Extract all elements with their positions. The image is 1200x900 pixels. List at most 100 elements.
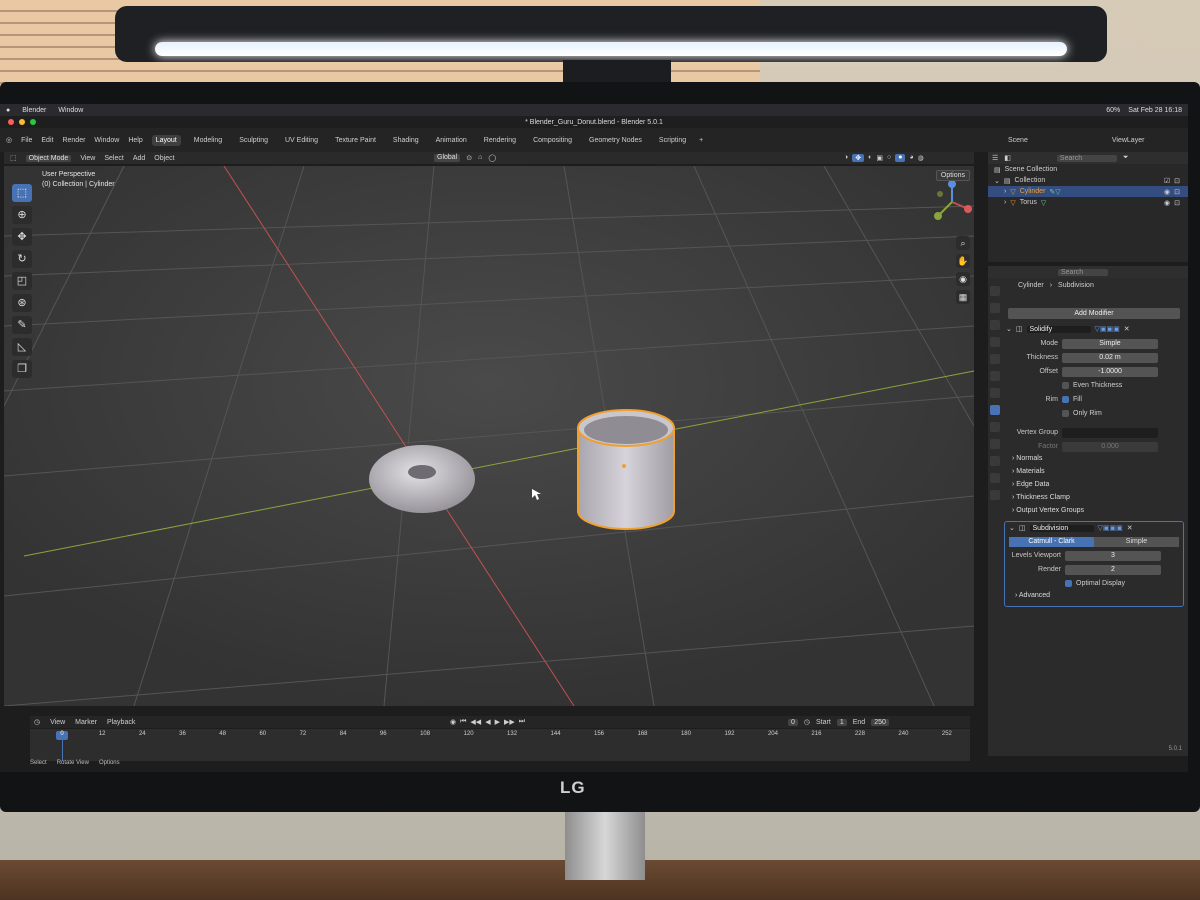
jump-end-icon[interactable]: ⏭ <box>519 718 525 726</box>
object-tab-icon[interactable] <box>990 388 1000 398</box>
collapse-icon[interactable]: ⌄ <box>1009 524 1015 532</box>
add-cube-icon[interactable]: ❒ <box>12 360 32 378</box>
proportional-edit-icon[interactable]: ◯ <box>488 154 496 162</box>
next-key-icon[interactable]: ▶▶ <box>504 718 515 726</box>
start-frame-field[interactable]: 1 <box>836 718 847 726</box>
collapse-icon[interactable]: ⌄ <box>1006 325 1012 333</box>
mode-dropdown[interactable]: Simple <box>1062 338 1158 349</box>
tab-layout[interactable]: Layout <box>151 134 181 146</box>
modifier-wrench-icon[interactable]: ✎▽ <box>1049 188 1060 196</box>
add-workspace-icon[interactable]: + <box>699 137 703 144</box>
subdivision-header[interactable]: ⌄ ◫ Subdivision ▽▣▣▣ ✕ <box>1005 522 1183 534</box>
tab-scripting[interactable]: Scripting <box>655 135 690 146</box>
subpanel-edge-data[interactable]: › Edge Data <box>1002 478 1186 491</box>
tab-texture-paint[interactable]: Texture Paint <box>331 135 380 146</box>
timeline-marker-menu[interactable]: Marker <box>75 719 97 726</box>
move-icon[interactable]: ✥ <box>12 228 32 246</box>
subpanel-thickness-clamp[interactable]: › Thickness Clamp <box>1002 491 1186 504</box>
view-layer-selector[interactable]: ViewLayer <box>1112 137 1145 144</box>
view-menu[interactable]: View <box>80 155 95 162</box>
factor-input[interactable]: 0.000 <box>1062 441 1158 452</box>
catmull-clark-button[interactable]: Catmull - Clark <box>1009 537 1094 547</box>
timeline[interactable]: 0 12 24 36 48 60 72 84 96 108 120 132 14… <box>30 729 970 761</box>
timeline-editor-icon[interactable]: ◷ <box>34 718 40 726</box>
jump-start-icon[interactable]: ⏮ <box>460 718 466 726</box>
simple-button[interactable]: Simple <box>1094 537 1179 547</box>
outliner-item-torus[interactable]: › ▽ Torus ▽ ◉ ⊡ <box>988 197 1188 208</box>
material-tab-icon[interactable] <box>990 490 1000 500</box>
timeline-view-menu[interactable]: View <box>50 719 65 726</box>
xray-icon[interactable]: ▣ <box>876 154 883 162</box>
output-tab-icon[interactable] <box>990 320 1000 330</box>
modifier-tab-icon[interactable] <box>990 405 1000 415</box>
shading-rendered-icon[interactable]: ◍ <box>918 154 924 162</box>
record-icon[interactable]: ◉ <box>450 718 456 726</box>
tab-uv-editing[interactable]: UV Editing <box>281 135 322 146</box>
properties-search[interactable]: Search <box>1058 268 1108 276</box>
render-tab-icon[interactable] <box>990 303 1000 313</box>
tab-compositing[interactable]: Compositing <box>529 135 576 146</box>
eye-icon[interactable]: ◉ <box>1164 188 1170 196</box>
tab-sculpting[interactable]: Sculpting <box>235 135 272 146</box>
scene-tab-icon[interactable] <box>990 354 1000 364</box>
battery-label[interactable]: 60% <box>1106 107 1120 114</box>
end-frame-field[interactable]: 250 <box>871 718 889 726</box>
scene-selector[interactable]: Scene <box>1008 137 1028 144</box>
offset-input[interactable]: -1.0000 <box>1062 366 1158 377</box>
eye-icon[interactable]: ◉ <box>1164 199 1170 207</box>
mesh-data-icon[interactable]: ▽ <box>1041 199 1046 207</box>
add-modifier-button[interactable]: Add Modifier <box>1008 308 1180 319</box>
physics-tab-icon[interactable] <box>990 439 1000 449</box>
particles-tab-icon[interactable] <box>990 422 1000 432</box>
timeline-playback-menu[interactable]: Playback <box>107 719 135 726</box>
perspective-toggle-icon[interactable]: ▦ <box>956 290 970 304</box>
vertex-group-input[interactable] <box>1062 427 1158 438</box>
tool-tab-icon[interactable] <box>990 286 1000 296</box>
shading-wire-icon[interactable]: ○ <box>887 154 891 162</box>
play-reverse-icon[interactable]: ◀ <box>485 718 490 726</box>
expand-icon[interactable]: ⌄ <box>994 177 1000 185</box>
annotate-icon[interactable]: ✎ <box>12 316 32 334</box>
checkbox-icon[interactable]: ☑ <box>1164 177 1170 185</box>
fill-checkbox[interactable] <box>1062 396 1069 403</box>
menu-edit[interactable]: Edit <box>41 137 53 144</box>
play-icon[interactable]: ▶ <box>495 718 500 726</box>
solidify-header[interactable]: ⌄ ◫ Solidify ▽▣▣▣ ✕ <box>1002 323 1186 335</box>
clock[interactable]: Sat Feb 28 16:18 <box>1128 107 1182 114</box>
subdivision-name-field[interactable]: Subdivision <box>1029 524 1094 532</box>
shading-solid-icon[interactable]: ● <box>895 154 906 162</box>
outliner-search[interactable]: Search <box>1056 154 1117 162</box>
select-menu[interactable]: Select <box>104 155 123 162</box>
torus-object[interactable] <box>369 445 475 513</box>
optimal-display-checkbox[interactable] <box>1065 580 1072 587</box>
outliner-editor-icon[interactable]: ☰ <box>992 154 998 162</box>
rotate-icon[interactable]: ↻ <box>12 250 32 268</box>
subpanel-advanced[interactable]: › Advanced <box>1005 589 1183 602</box>
prev-key-icon[interactable]: ◀◀ <box>470 718 481 726</box>
camera-view-icon[interactable]: ◉ <box>956 272 970 286</box>
tab-animation[interactable]: Animation <box>432 135 471 146</box>
modifier-toggles-icon[interactable]: ▽▣▣▣ <box>1095 325 1120 333</box>
select-box-icon[interactable]: ⬚ <box>12 184 32 202</box>
shading-material-icon[interactable]: ◕ <box>909 154 913 162</box>
current-frame-field[interactable]: 0 <box>788 718 798 726</box>
delete-modifier-icon[interactable]: ✕ <box>1124 325 1130 333</box>
pan-hand-icon[interactable]: ✋ <box>956 254 970 268</box>
thickness-input[interactable]: 0.02 m <box>1062 352 1158 363</box>
overlay-icon[interactable]: ◐ <box>868 154 872 162</box>
subpanel-normals[interactable]: › Normals <box>1002 452 1186 465</box>
cylinder-object[interactable] <box>577 409 675 530</box>
3d-viewport[interactable]: User Perspective (0) Collection | Cylind… <box>4 166 974 706</box>
scale-icon[interactable]: ◰ <box>12 272 32 290</box>
tab-rendering[interactable]: Rendering <box>480 135 520 146</box>
menu-help[interactable]: Help <box>128 137 142 144</box>
add-menu[interactable]: Add <box>133 155 145 162</box>
camera-icon[interactable]: ⊡ <box>1174 177 1180 185</box>
only-rim-checkbox[interactable] <box>1062 410 1069 417</box>
transform-orientation-dropdown[interactable]: Global <box>434 154 461 162</box>
modifier-toggles-icon[interactable]: ▽▣▣▣ <box>1098 524 1123 532</box>
constraints-tab-icon[interactable] <box>990 456 1000 466</box>
mac-window-menu[interactable]: Window <box>58 107 83 114</box>
expand-icon[interactable]: › <box>994 199 1006 206</box>
scene-collection-row[interactable]: ▤ Scene Collection <box>988 164 1188 175</box>
